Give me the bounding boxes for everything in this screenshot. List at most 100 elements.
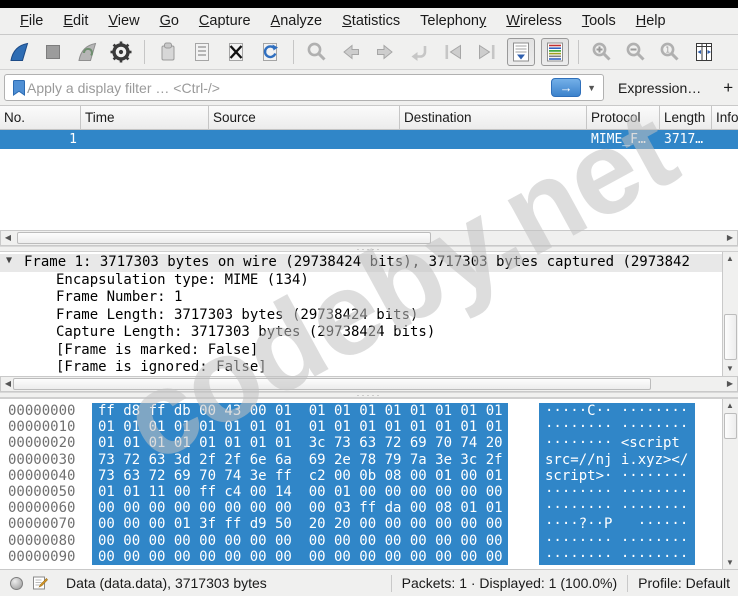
menu-help[interactable]: Help bbox=[626, 10, 676, 32]
details-hscrollbar[interactable]: ◀ ▶ bbox=[0, 376, 738, 392]
hex-row[interactable]: 00000040 73 63 72 69 70 74 3e ff c2 00 0b… bbox=[0, 467, 722, 484]
last-packet-button[interactable] bbox=[473, 38, 501, 66]
hex-bytes[interactable]: 00 00 00 00 00 00 00 00 00 00 00 00 00 0… bbox=[92, 548, 508, 565]
hex-ascii[interactable]: ········ ········ bbox=[539, 483, 695, 501]
scrollbar-thumb[interactable] bbox=[17, 232, 431, 244]
column-header-no[interactable]: No. bbox=[0, 106, 81, 129]
first-packet-button[interactable] bbox=[439, 38, 467, 66]
expression-button[interactable]: Expression… bbox=[604, 80, 713, 96]
scroll-down-icon[interactable]: ▼ bbox=[723, 557, 737, 569]
packet-detail-line[interactable]: [Frame is ignored: False] bbox=[0, 359, 722, 376]
column-header-length[interactable]: Length bbox=[660, 106, 712, 129]
hex-ascii[interactable]: ········ ········ bbox=[539, 548, 695, 565]
go-back-button[interactable] bbox=[337, 38, 365, 66]
menu-edit[interactable]: Edit bbox=[53, 10, 98, 32]
hex-ascii[interactable]: ········ ········ bbox=[539, 532, 695, 549]
scrollbar-thumb[interactable] bbox=[724, 314, 737, 360]
hex-ascii[interactable]: ·····C·· ········ bbox=[539, 403, 695, 420]
packet-detail-line[interactable]: [Frame is marked: False] bbox=[0, 342, 722, 360]
zoom-out-button[interactable] bbox=[622, 38, 650, 66]
capture-comment-icon[interactable] bbox=[32, 575, 48, 591]
reload-file-button[interactable] bbox=[256, 38, 284, 66]
bytes-vscrollbar[interactable]: ▲ ▼ bbox=[722, 399, 738, 569]
display-filter-box[interactable]: → ▼ bbox=[4, 74, 604, 101]
hex-bytes[interactable]: 01 01 11 00 ff c4 00 14 00 01 00 00 00 0… bbox=[92, 483, 508, 501]
auto-scroll-button[interactable] bbox=[507, 38, 535, 66]
menu-capture[interactable]: Capture bbox=[189, 10, 261, 32]
menu-go[interactable]: Go bbox=[150, 10, 189, 32]
hex-bytes[interactable]: 01 01 01 01 01 01 01 01 01 01 01 01 01 0… bbox=[92, 419, 508, 436]
expert-info-icon[interactable] bbox=[10, 576, 23, 590]
hex-ascii[interactable]: ········ ········ bbox=[539, 500, 695, 517]
bookmark-icon[interactable] bbox=[11, 79, 27, 97]
restart-capture-button[interactable] bbox=[73, 38, 101, 66]
packet-detail-line[interactable]: Frame Length: 3717303 bytes (29738424 bi… bbox=[0, 307, 722, 325]
scroll-right-icon[interactable]: ▶ bbox=[723, 377, 737, 391]
hex-bytes[interactable]: 00 00 00 00 00 00 00 00 00 00 00 00 00 0… bbox=[92, 532, 508, 549]
packet-list-hscrollbar[interactable]: ◀ ▶ bbox=[0, 230, 738, 246]
hex-bytes[interactable]: 73 72 63 3d 2f 2f 6e 6a 69 2e 78 79 7a 3… bbox=[92, 451, 508, 468]
hex-ascii[interactable]: src=//nj i.xyz></ bbox=[539, 451, 695, 468]
start-capture-button[interactable] bbox=[5, 38, 33, 66]
hex-ascii[interactable]: ········ <script bbox=[539, 435, 695, 452]
hex-row[interactable]: 00000020 01 01 01 01 01 01 01 01 3c 73 63… bbox=[0, 435, 722, 452]
packet-detail-line[interactable]: Capture Length: 3717303 bytes (29738424 … bbox=[0, 324, 722, 342]
column-header-time[interactable]: Time bbox=[81, 106, 209, 129]
stop-capture-button[interactable] bbox=[39, 38, 67, 66]
hex-row[interactable]: 00000030 73 72 63 3d 2f 2f 6e 6a 69 2e 78… bbox=[0, 451, 722, 468]
display-filter-input[interactable] bbox=[27, 79, 552, 96]
zoom-original-button[interactable]: 1 bbox=[656, 38, 684, 66]
details-vscrollbar[interactable]: ▲ ▼ bbox=[722, 252, 738, 376]
menu-file[interactable]: File bbox=[10, 10, 53, 32]
hex-ascii[interactable]: ····?··P ······ bbox=[539, 516, 695, 533]
menu-view[interactable]: View bbox=[98, 10, 149, 32]
resize-columns-button[interactable] bbox=[690, 38, 718, 66]
hex-row[interactable]: 00000060 00 00 00 00 00 00 00 00 00 03 ff… bbox=[0, 500, 722, 517]
hex-bytes[interactable]: 01 01 01 01 01 01 01 01 3c 73 63 72 69 7… bbox=[92, 435, 508, 452]
open-file-button[interactable] bbox=[154, 38, 182, 66]
column-header-protocol[interactable]: Protocol bbox=[587, 106, 660, 129]
menu-telephony[interactable]: Telephony bbox=[410, 10, 496, 32]
hex-ascii[interactable]: ········ ········ bbox=[539, 419, 695, 436]
go-forward-button[interactable] bbox=[371, 38, 399, 66]
add-filter-button[interactable]: + bbox=[713, 78, 738, 98]
go-to-packet-button[interactable] bbox=[405, 38, 433, 66]
status-profile[interactable]: Profile: Default bbox=[638, 575, 738, 591]
save-file-button[interactable] bbox=[188, 38, 216, 66]
filter-history-caret-icon[interactable]: ▼ bbox=[581, 83, 599, 93]
menu-analyze[interactable]: Analyze bbox=[261, 10, 333, 32]
scrollbar-thumb[interactable] bbox=[724, 413, 737, 439]
menu-statistics[interactable]: Statistics bbox=[332, 10, 410, 32]
hex-row[interactable]: 00000080 00 00 00 00 00 00 00 00 00 00 00… bbox=[0, 532, 722, 549]
hex-bytes[interactable]: 73 63 72 69 70 74 3e ff c2 00 0b 08 00 0… bbox=[92, 467, 508, 484]
hex-bytes[interactable]: 00 00 00 01 3f ff d9 50 20 20 00 00 00 0… bbox=[92, 516, 508, 533]
column-header-destination[interactable]: Destination bbox=[400, 106, 587, 129]
packet-detail-line[interactable]: ▼ Frame 1: 3717303 bytes on wire (2973842… bbox=[0, 254, 722, 272]
packet-detail-line[interactable]: Encapsulation type: MIME (134) bbox=[0, 272, 722, 290]
packet-detail-line[interactable]: Frame Number: 1 bbox=[0, 289, 722, 307]
hex-bytes[interactable]: ff d8 ff db 00 43 00 01 01 01 01 01 01 0… bbox=[92, 403, 508, 420]
scroll-right-icon[interactable]: ▶ bbox=[723, 231, 737, 245]
zoom-in-button[interactable] bbox=[588, 38, 616, 66]
hex-bytes[interactable]: 00 00 00 00 00 00 00 00 00 03 ff da 00 0… bbox=[92, 500, 508, 517]
menu-wireless[interactable]: Wireless bbox=[496, 10, 572, 32]
scroll-up-icon[interactable]: ▲ bbox=[723, 253, 737, 265]
hex-row[interactable]: 00000090 00 00 00 00 00 00 00 00 00 00 00… bbox=[0, 548, 722, 565]
scrollbar-thumb[interactable] bbox=[13, 378, 651, 390]
column-header-source[interactable]: Source bbox=[209, 106, 400, 129]
apply-filter-button[interactable]: → bbox=[551, 78, 582, 97]
close-file-button[interactable] bbox=[222, 38, 250, 66]
hex-row[interactable]: 00000010 01 01 01 01 01 01 01 01 01 01 01… bbox=[0, 419, 722, 436]
scroll-left-icon[interactable]: ◀ bbox=[1, 231, 15, 245]
hex-row[interactable]: 00000070 00 00 00 01 3f ff d9 50 20 20 00… bbox=[0, 516, 722, 533]
colorize-button[interactable] bbox=[541, 38, 569, 66]
scroll-down-icon[interactable]: ▼ bbox=[723, 363, 737, 375]
scroll-up-icon[interactable]: ▲ bbox=[723, 400, 737, 412]
menu-tools[interactable]: Tools bbox=[572, 10, 626, 32]
capture-options-button[interactable] bbox=[107, 38, 135, 66]
hex-ascii[interactable]: script>· ········ bbox=[539, 467, 695, 484]
hex-row[interactable]: 00000000 ff d8 ff db 00 43 00 01 01 01 01… bbox=[0, 403, 722, 420]
column-header-info[interactable]: Info bbox=[712, 106, 738, 129]
packet-row[interactable]: 1 MIME_F… 3717… bbox=[0, 130, 738, 149]
hex-row[interactable]: 00000050 01 01 11 00 ff c4 00 14 00 01 00… bbox=[0, 483, 722, 501]
